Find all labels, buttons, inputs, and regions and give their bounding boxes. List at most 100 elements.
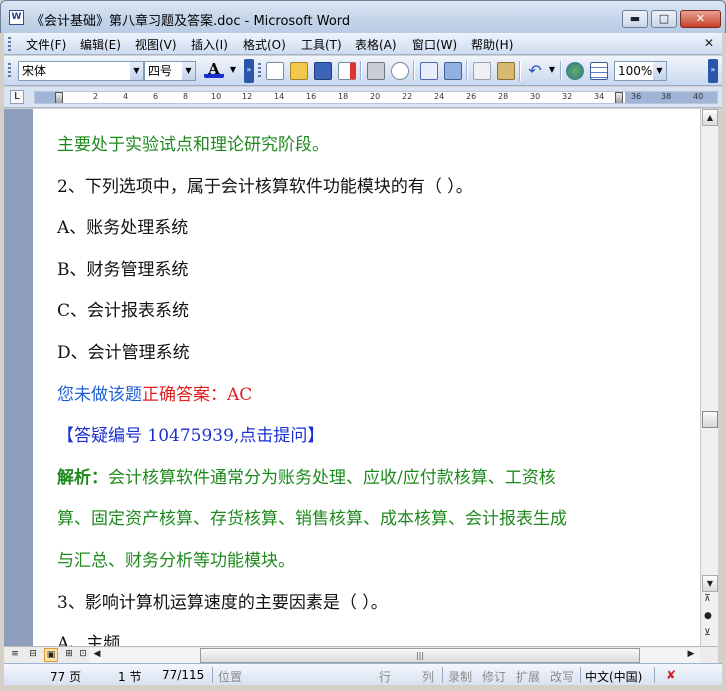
print-icon[interactable] xyxy=(367,62,385,80)
status-page: 77 页 xyxy=(50,670,82,684)
zoom-combo[interactable]: 100% xyxy=(614,61,654,81)
status-trk[interactable]: 修订 xyxy=(482,668,506,685)
toolbar-separator xyxy=(519,61,521,81)
analysis-line: 解析：会计核算软件通常分为账务处理、应收/应付款核算、工资核 xyxy=(57,463,556,488)
option-c: C、会计报表系统 xyxy=(57,301,190,321)
scroll-up-icon[interactable]: ▲ xyxy=(702,109,718,126)
ruler-number: 28 xyxy=(498,92,509,101)
status-language[interactable]: 中文(中国) xyxy=(585,668,642,685)
next-page-icon[interactable]: ⊻ xyxy=(704,628,711,638)
menu-view[interactable]: 视图(V) xyxy=(135,36,177,53)
menu-insert[interactable]: 插入(I) xyxy=(191,36,228,53)
ruler-number: 30 xyxy=(530,92,541,101)
menu-bar: 文件(F) 编辑(E) 视图(V) 插入(I) 格式(O) 工具(T) 表格(A… xyxy=(4,33,722,55)
new-document-icon[interactable] xyxy=(266,62,284,80)
table-icon[interactable] xyxy=(590,62,608,80)
status-ext[interactable]: 扩展 xyxy=(516,668,540,685)
analysis-label: 解析： xyxy=(57,468,108,488)
hyperlink-icon[interactable] xyxy=(566,62,584,80)
tab-selector-icon[interactable]: L xyxy=(10,90,24,104)
ask-question-link[interactable]: 【答疑编号 10475939,点击提问】 xyxy=(57,421,324,446)
outline-view-icon[interactable]: ⊞ xyxy=(62,648,76,662)
status-rec[interactable]: 录制 xyxy=(448,668,472,685)
print-layout-view-icon[interactable]: ▣ xyxy=(44,648,58,662)
menu-format[interactable]: 格式(O) xyxy=(243,36,286,53)
toolbar: 宋体 ▼ 四号 ▼ A ▼ » ↶ ▼ 100% ▼ » xyxy=(4,56,722,86)
toolbar-separator xyxy=(413,61,415,81)
status-line: 行 xyxy=(379,670,392,684)
ruler-number: 4 xyxy=(123,92,129,101)
option-a: A、账务处理系统 xyxy=(57,218,189,238)
status-ovr[interactable]: 改写 xyxy=(550,668,574,685)
menu-help[interactable]: 帮助(H) xyxy=(471,36,513,53)
indent-marker-icon[interactable] xyxy=(55,92,63,103)
copy-icon[interactable] xyxy=(473,62,491,80)
print-preview-icon[interactable] xyxy=(391,62,409,80)
maximize-button[interactable]: □ xyxy=(651,10,677,28)
toolbar-options-icon[interactable]: » xyxy=(708,59,718,83)
toolbar-separator xyxy=(560,61,562,81)
status-page-of: 77/115 xyxy=(162,668,205,682)
permission-icon[interactable] xyxy=(338,62,356,80)
ruler-number: 40 xyxy=(693,92,704,101)
not-answered-text: 您未做该题 xyxy=(57,385,142,405)
reading-layout-view-icon[interactable]: ⊡ xyxy=(76,648,90,662)
status-separator xyxy=(442,667,443,683)
ruler-number: 24 xyxy=(434,92,445,101)
document-area[interactable]: 主要处于实验试点和理论研究阶段。 2、下列选项中，属于会计核算软件功能模块的有（… xyxy=(4,109,700,646)
menubar-grip-icon[interactable] xyxy=(8,37,11,51)
scroll-down-icon[interactable]: ▼ xyxy=(702,575,718,592)
toolbar-grip-icon[interactable] xyxy=(258,63,261,79)
horizontal-scrollbar[interactable]: ◀ ||| ▶ xyxy=(90,648,700,663)
ruler-number: 38 xyxy=(661,92,672,101)
chevron-down-icon[interactable]: ▼ xyxy=(130,61,144,81)
menu-file[interactable]: 文件(F) xyxy=(26,36,66,53)
save-icon[interactable] xyxy=(314,62,332,80)
scroll-left-icon[interactable]: ◀ xyxy=(90,648,104,662)
word-document-icon[interactable]: W xyxy=(9,10,24,25)
horizontal-ruler[interactable]: 2 4 6 8 10 12 14 16 18 20 22 24 26 28 30… xyxy=(34,91,718,104)
scroll-thumb[interactable] xyxy=(702,411,718,428)
title-bar: W 《会计基础》第八章习题及答案.doc - Microsoft Word ▬ … xyxy=(0,0,726,33)
chevron-down-icon[interactable]: ▼ xyxy=(545,61,559,81)
ruler-number: 8 xyxy=(183,92,189,101)
document-page[interactable]: 主要处于实验试点和理论研究阶段。 2、下列选项中，属于会计核算软件功能模块的有（… xyxy=(33,109,700,646)
right-indent-marker-icon[interactable] xyxy=(615,92,623,103)
ruler-number: 36 xyxy=(631,92,642,101)
chevron-down-icon[interactable]: ▼ xyxy=(226,61,240,81)
paste-icon[interactable] xyxy=(497,62,515,80)
menu-table[interactable]: 表格(A) xyxy=(355,36,397,53)
research-icon[interactable] xyxy=(444,62,462,80)
toolbar-grip-icon[interactable] xyxy=(8,63,11,79)
close-button[interactable]: ✕ xyxy=(680,10,721,28)
chevron-down-icon[interactable]: ▼ xyxy=(653,61,667,81)
window-title: 《会计基础》第八章习题及答案.doc - Microsoft Word xyxy=(31,14,351,29)
ruler-number: 10 xyxy=(211,92,222,101)
normal-view-icon[interactable]: ≡ xyxy=(8,648,22,662)
open-folder-icon[interactable] xyxy=(290,62,308,80)
toolbar-options-icon[interactable]: » xyxy=(244,59,254,83)
web-layout-view-icon[interactable]: ⊟ xyxy=(26,648,40,662)
analysis-line: 与汇总、财务分析等功能模块。 xyxy=(57,551,295,571)
select-browse-object-icon[interactable]: ● xyxy=(704,611,712,621)
minimize-button[interactable]: ▬ xyxy=(622,10,648,28)
spelling-icon[interactable] xyxy=(420,62,438,80)
chevron-down-icon[interactable]: ▼ xyxy=(182,61,196,81)
h-scroll-thumb[interactable]: ||| xyxy=(200,648,640,663)
font-color-icon[interactable]: A xyxy=(204,60,224,78)
ruler-number: 18 xyxy=(338,92,349,101)
font-name-combo[interactable]: 宋体 xyxy=(18,61,131,81)
menu-edit[interactable]: 编辑(E) xyxy=(80,36,121,53)
font-size-combo[interactable]: 四号 xyxy=(144,61,183,81)
ruler-number: 22 xyxy=(402,92,413,101)
spelling-status-icon[interactable]: ✘ xyxy=(666,668,676,682)
ruler-number: 14 xyxy=(274,92,285,101)
menu-tools[interactable]: 工具(T) xyxy=(301,36,342,53)
vertical-scrollbar[interactable]: ▲ ▼ ⊼ ● ⊻ xyxy=(700,109,718,646)
previous-page-icon[interactable]: ⊼ xyxy=(704,594,711,604)
menu-window[interactable]: 窗口(W) xyxy=(412,36,457,53)
ruler-number: 16 xyxy=(306,92,317,101)
scroll-right-icon[interactable]: ▶ xyxy=(684,648,698,662)
close-document-icon[interactable]: ✕ xyxy=(704,36,714,50)
undo-icon[interactable]: ↶ xyxy=(526,62,544,80)
